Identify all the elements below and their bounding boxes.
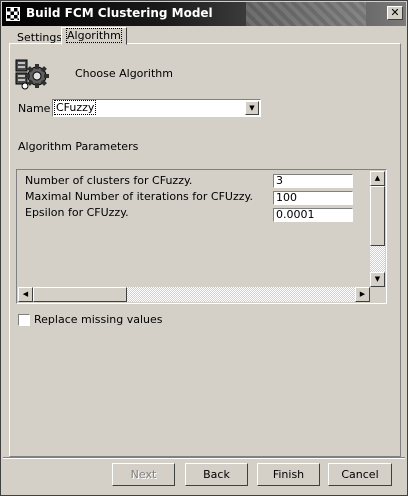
param-label-clusters: Number of clusters for CFuzzy. [25, 174, 193, 187]
back-button[interactable]: Back [185, 463, 248, 486]
param-label-iterations: Maximal Number of iterations for CFUzzy. [25, 190, 253, 203]
tab-algorithm-label: Algorithm [66, 28, 122, 43]
finish-button[interactable]: Finish [257, 463, 320, 486]
horizontal-scrollbar[interactable]: ◀ ▶ [18, 287, 370, 302]
vertical-scrollbar[interactable]: ▲ ▼ [370, 171, 385, 287]
param-label-epsilon: Epsilon for CFUzzy. [25, 206, 129, 219]
scroll-left-icon[interactable]: ◀ [18, 287, 33, 302]
next-button[interactable]: Next [112, 463, 175, 486]
choose-algorithm-heading: Choose Algorithm [75, 67, 173, 80]
title-bar-pattern [246, 2, 366, 26]
name-label: Name [18, 102, 51, 115]
horizontal-scroll-thumb[interactable] [33, 287, 127, 302]
scroll-right-icon[interactable]: ▶ [355, 287, 370, 302]
algorithm-name-value: CFuzzy [53, 100, 97, 115]
algorithm-parameters-label: Algorithm Parameters [18, 140, 139, 153]
replace-missing-label[interactable]: Replace missing values [34, 313, 163, 326]
separator [3, 457, 405, 459]
tab-algorithm[interactable]: Algorithm [61, 27, 127, 45]
param-input-epsilon[interactable]: 0.0001 [273, 208, 353, 222]
algorithm-gear-icon [15, 59, 49, 90]
param-input-iterations[interactable]: 100 [273, 191, 353, 205]
close-button[interactable]: ✕ [387, 6, 403, 20]
dialog-window: Build FCM Clustering Model ✕ Settings Al… [0, 0, 408, 496]
replace-missing-checkbox[interactable] [18, 314, 30, 326]
cancel-button[interactable]: Cancel [328, 463, 392, 486]
chevron-down-icon[interactable]: ▼ [245, 101, 259, 115]
scroll-corner [370, 287, 385, 302]
scroll-down-icon[interactable]: ▼ [370, 272, 385, 287]
param-input-clusters[interactable]: 3 [273, 174, 353, 188]
algorithm-name-select[interactable]: CFuzzy ▼ [52, 99, 261, 117]
vertical-scroll-thumb[interactable] [370, 186, 385, 246]
app-icon [6, 7, 20, 21]
title-bar[interactable]: Build FCM Clustering Model ✕ [2, 2, 406, 26]
close-icon: ✕ [390, 6, 400, 19]
window-title: Build FCM Clustering Model [26, 6, 213, 20]
scroll-up-icon[interactable]: ▲ [370, 171, 385, 186]
parameters-table: Number of clusters for CFuzzy. 3 Maximal… [16, 169, 387, 304]
